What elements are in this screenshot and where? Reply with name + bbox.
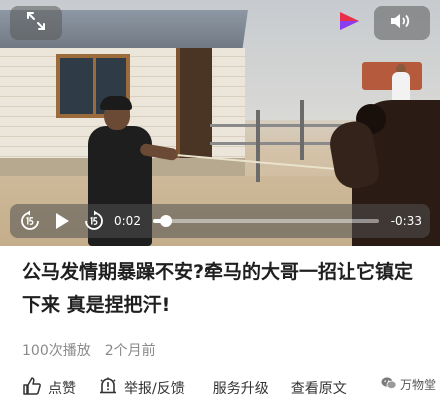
report-bell-icon	[98, 376, 118, 400]
like-button[interactable]: 点赞	[22, 376, 76, 400]
post-meta: 100次播放 2个月前	[22, 340, 156, 360]
report-label: 举报/反馈	[124, 381, 185, 397]
service-upgrade-label: 服务升级	[212, 381, 269, 397]
video-frame-man-cap	[100, 96, 132, 110]
volume-button[interactable]	[374, 6, 430, 40]
progress-bar[interactable]	[152, 215, 379, 227]
rewind-15-icon[interactable]	[18, 209, 42, 233]
service-upgrade-button[interactable]: 服务升级	[213, 378, 269, 398]
play-count: 100次播放	[22, 343, 91, 359]
post-time: 2个月前	[104, 343, 156, 359]
action-bar: 点赞 举报/反馈 服务升级 查看原文	[0, 368, 440, 408]
fullscreen-expand-icon	[25, 10, 47, 36]
report-button[interactable]: 举报/反馈	[98, 376, 185, 400]
progress-handle[interactable]	[160, 215, 173, 227]
remaining-time: -0:33	[390, 214, 422, 228]
current-time: 0:02	[114, 214, 141, 228]
view-original-label: 查看原文	[290, 381, 347, 397]
watermark: 万物堂	[378, 376, 438, 393]
forward-15-icon[interactable]	[82, 209, 106, 233]
post-title: 公马发情期暴躁不安?牵马的大哥一招让它镇定下来 真是捏把汗!	[22, 261, 414, 316]
fullscreen-button[interactable]	[10, 6, 62, 40]
like-label: 点赞	[48, 381, 76, 397]
video-frame-fence-pole	[300, 100, 304, 160]
watermark-text: 万物堂	[399, 378, 436, 392]
play-icon[interactable]	[50, 209, 74, 233]
speaker-volume-icon	[389, 11, 415, 35]
video-frame-fence-pole	[256, 110, 260, 182]
thumbs-up-icon	[22, 376, 42, 400]
playback-controls: 0:02 -0:33	[10, 204, 430, 238]
view-original-button[interactable]: 查看原文	[291, 378, 347, 398]
video-frame-bystander	[392, 72, 410, 102]
wechat-icon	[381, 376, 397, 393]
brand-logo-icon	[337, 8, 363, 34]
video-player[interactable]: 0:02 -0:33	[0, 0, 440, 246]
